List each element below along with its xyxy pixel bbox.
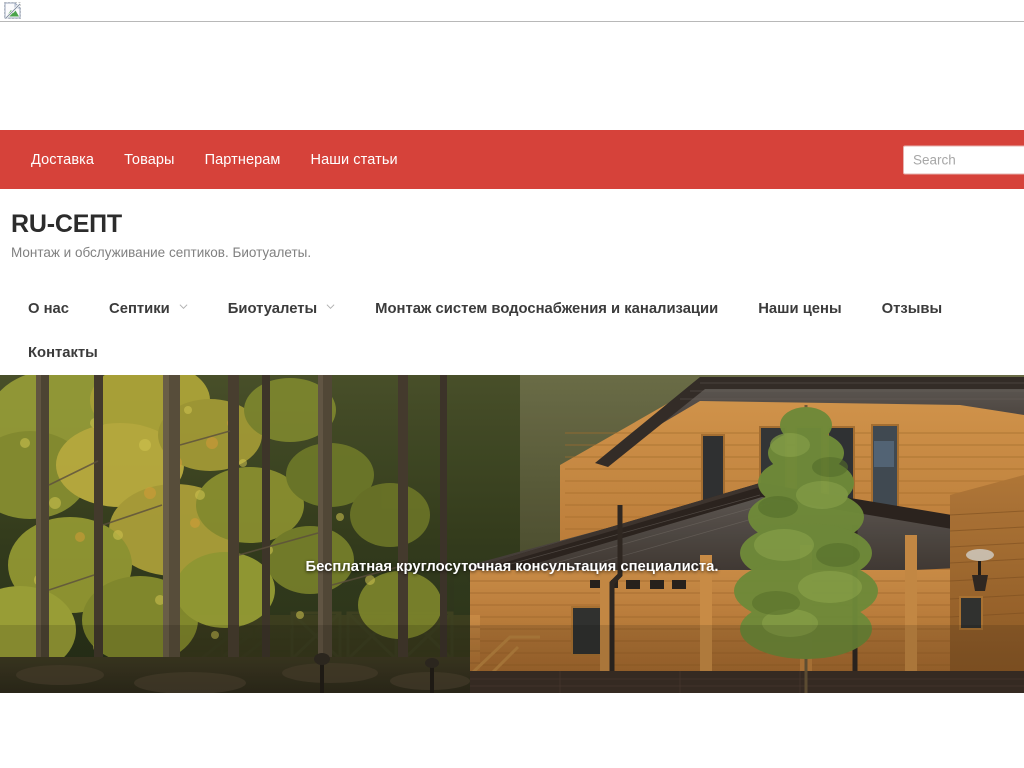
mainnav-item-otzyvy[interactable]: Отзывы [862, 287, 962, 331]
topbar-link-dostavka[interactable]: Доставка [16, 146, 109, 174]
top-navigation-menu: Доставка Товары Партнерам Наши статьи [0, 146, 413, 174]
mainnav-item-kontakty[interactable]: Контакты [8, 331, 118, 375]
search-form[interactable] [903, 145, 1024, 174]
mainnav-link-otzyvy[interactable]: Отзывы [862, 287, 962, 331]
mainnav-link-montazh[interactable]: Монтаж систем водоснабжения и канализаци… [355, 287, 738, 331]
topbar-item-dostavka[interactable]: Доставка [16, 146, 109, 174]
topbar-link-nashi-stati[interactable]: Наши статьи [296, 146, 413, 174]
mainnav-link-septiki[interactable]: Септики [89, 287, 208, 331]
mainnav-label-nashi-ceny: Наши цены [758, 300, 842, 317]
mainnav-link-o-nas[interactable]: О нас [8, 287, 89, 331]
mainnav-label-biotualety: Биотуалеты [227, 300, 318, 317]
site-title[interactable]: RU-СЕПТ [11, 210, 1024, 239]
main-navigation-menu: О нас Септики Биотуалеты Монтаж систем в… [0, 287, 1024, 375]
topbar-item-tovary[interactable]: Товары [109, 146, 189, 174]
top-strip [0, 0, 1024, 22]
mainnav-label-montazh: Монтаж систем водоснабжения и канализаци… [375, 300, 719, 317]
topbar-link-partneram[interactable]: Партнерам [190, 146, 296, 174]
hero-image [0, 374, 1024, 693]
mainnav-item-nashi-ceny[interactable]: Наши цены [738, 287, 861, 331]
broken-image-icon [4, 2, 21, 19]
mainnav-label-otzyvy: Отзывы [881, 300, 943, 317]
mainnav-item-o-nas[interactable]: О нас [8, 287, 89, 331]
hero-bottom-padding [0, 692, 1024, 708]
mainnav-label-kontakty: Контакты [28, 344, 98, 361]
hero-caption: Бесплатная круглосуточная консультация с… [305, 558, 719, 575]
site-branding: RU-СЕПТ Монтаж и обслуживание септиков. … [0, 189, 1024, 261]
topbar-item-partneram[interactable]: Партнерам [190, 146, 296, 174]
search-input[interactable] [903, 145, 1024, 174]
mainnav-item-montazh[interactable]: Монтаж систем водоснабжения и канализаци… [355, 287, 738, 331]
mainnav-link-biotualety[interactable]: Биотуалеты [208, 287, 355, 331]
chevron-down-icon [179, 302, 188, 311]
mainnav-item-septiki[interactable]: Септики [89, 287, 208, 331]
top-navigation-bar: Доставка Товары Партнерам Наши статьи [0, 130, 1024, 189]
topbar-link-tovary[interactable]: Товары [109, 146, 189, 174]
main-navigation: О нас Септики Биотуалеты Монтаж систем в… [0, 260, 1024, 375]
header-blank-area [0, 22, 1024, 130]
site-tagline: Монтаж и обслуживание септиков. Биотуале… [11, 244, 312, 260]
mainnav-link-kontakty[interactable]: Контакты [8, 331, 118, 375]
mainnav-label-septiki: Септики [109, 300, 170, 317]
hero-banner: Бесплатная круглосуточная консультация с… [0, 374, 1024, 693]
mainnav-label-o-nas: О нас [28, 300, 70, 317]
mainnav-item-biotualety[interactable]: Биотуалеты [208, 287, 355, 331]
chevron-down-icon [326, 302, 335, 311]
mainnav-link-nashi-ceny[interactable]: Наши цены [738, 287, 861, 331]
topbar-item-nashi-stati[interactable]: Наши статьи [296, 146, 413, 174]
